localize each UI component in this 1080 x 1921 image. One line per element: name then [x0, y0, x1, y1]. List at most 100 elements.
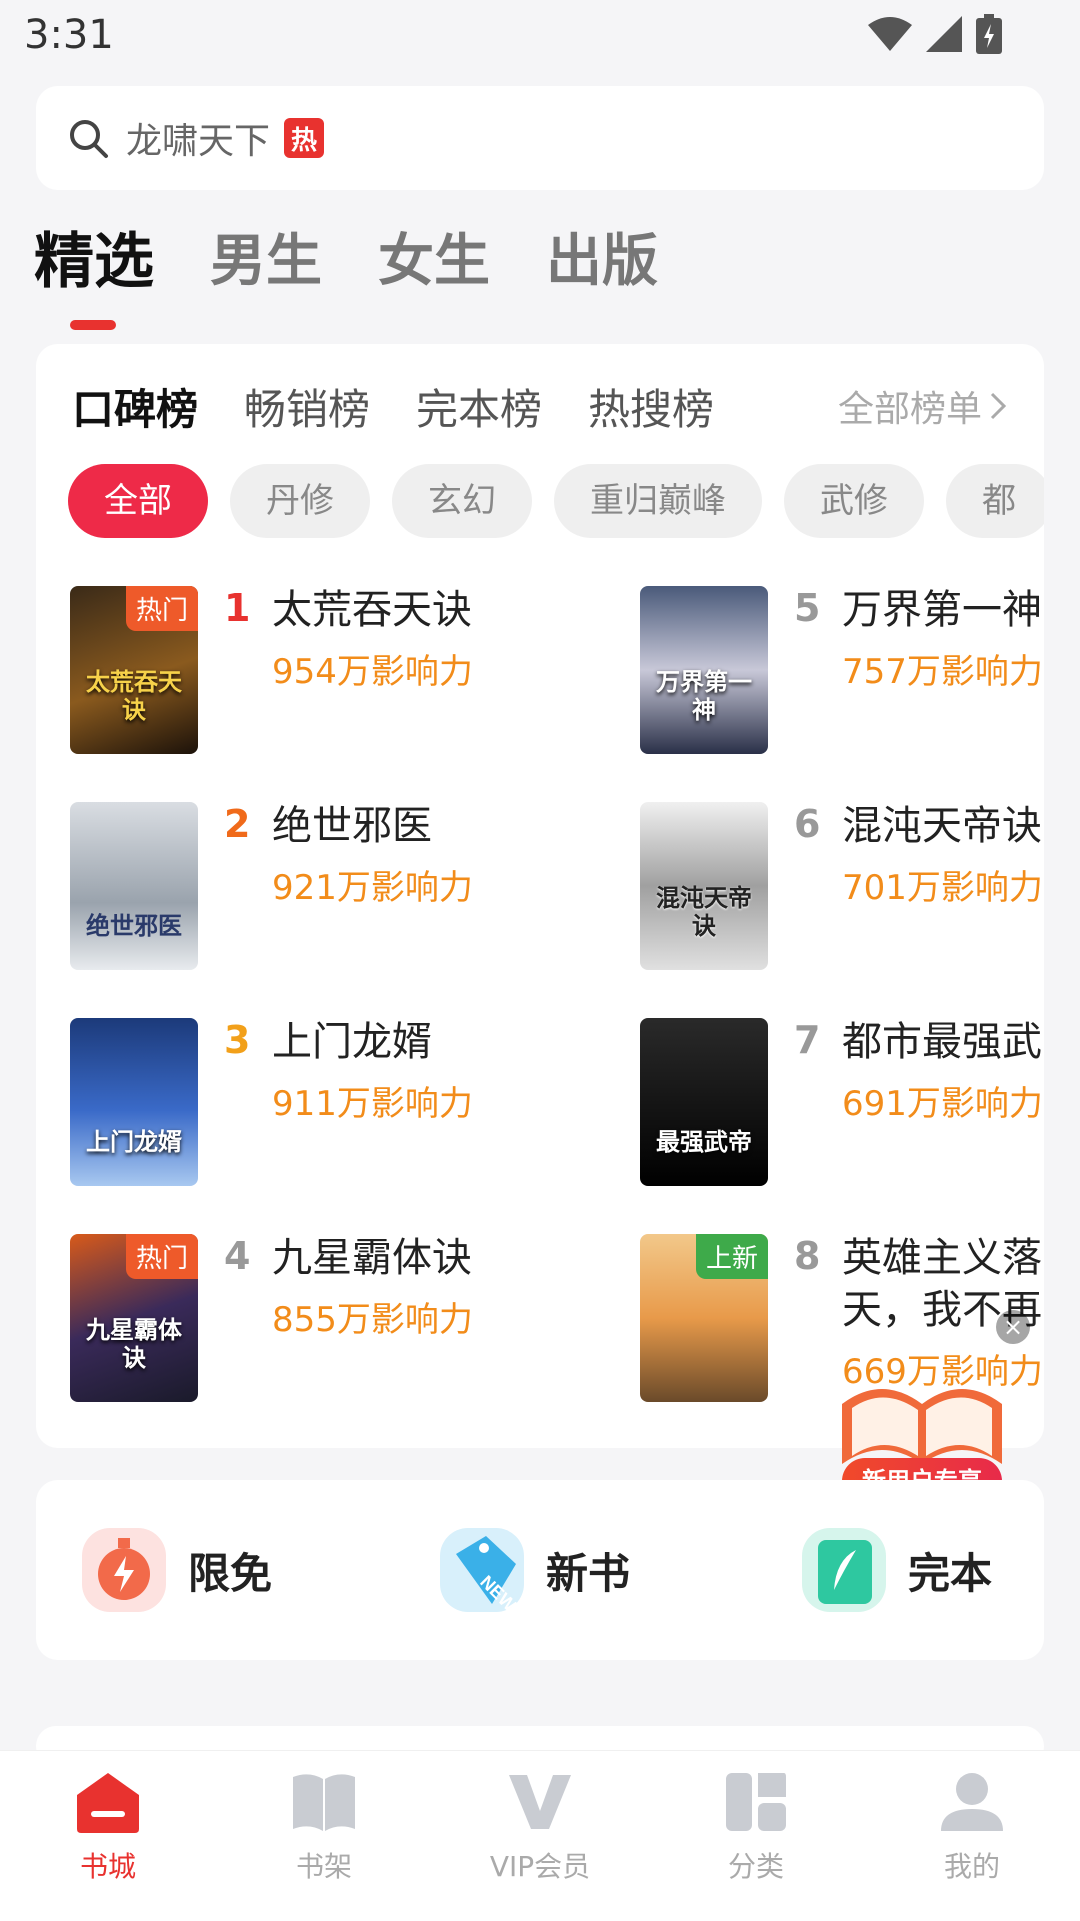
hot-badge: 热: [284, 118, 325, 158]
book-title: 上门龙婿: [272, 1019, 432, 1065]
search-query: 龙啸天下: [126, 121, 271, 162]
book-title: 万界第一神: [842, 587, 1042, 633]
cover-text: 九星霸体诀: [86, 1316, 182, 1372]
close-icon[interactable]: ×: [996, 1310, 1030, 1344]
book-item[interactable]: 九星霸体诀 热门 4 九星霸体诀 855万影响力: [70, 1234, 540, 1404]
new-tag: 上新: [695, 1234, 768, 1279]
feature-completed[interactable]: 完本: [798, 1524, 992, 1616]
feature-label: 新书: [546, 1548, 631, 1598]
book-influence: 921万影响力: [272, 868, 473, 908]
tab-label: 书架: [295, 1850, 352, 1883]
book-cover: 绝世邪医: [70, 802, 198, 970]
book-influence: 954万影响力: [272, 652, 473, 692]
book-item[interactable]: 太荒吞天诀 热门 1 太荒吞天诀 954万影响力: [70, 586, 540, 756]
tab-publishing[interactable]: 出版: [546, 222, 658, 312]
all-ranks-link[interactable]: 全部榜单: [838, 380, 1008, 432]
tab-label: 书城: [79, 1850, 136, 1883]
tab-male[interactable]: 男生: [210, 222, 322, 312]
profile-icon: [941, 1773, 1003, 1831]
tab-label: 分类: [727, 1850, 784, 1883]
tab-vip[interactable]: VIP会员: [432, 1751, 648, 1921]
tab-featured[interactable]: 精选: [34, 222, 154, 330]
status-icons: [868, 14, 1002, 54]
bookstore-icon: [77, 1773, 139, 1833]
rank-number: 3: [224, 1018, 251, 1062]
rank-number: 8: [794, 1234, 821, 1278]
tab-bookstore[interactable]: 书城: [0, 1751, 216, 1921]
tab-bookshelf[interactable]: 书架: [216, 1751, 432, 1921]
cover-text: 太荒吞天诀: [86, 668, 182, 724]
chip-fantasy[interactable]: 玄幻: [392, 464, 532, 538]
feature-new-books[interactable]: NEW 新书: [436, 1524, 630, 1616]
search-icon: [70, 120, 108, 158]
feature-free[interactable]: 限免: [78, 1524, 272, 1616]
rank-tab-completed[interactable]: 完本榜: [416, 376, 542, 437]
chip-all[interactable]: 全部: [68, 464, 208, 538]
book-cover: 上新: [640, 1234, 768, 1402]
status-time: 3:31: [24, 12, 114, 58]
book-cover: 九星霸体诀 热门: [70, 1234, 198, 1402]
book-item[interactable]: 最强武帝 7 都市最强武 691万影响力: [640, 1018, 1044, 1188]
book-cover: 最强武帝: [640, 1018, 768, 1186]
rank-number: 4: [224, 1234, 251, 1278]
feature-label: 完本: [908, 1548, 993, 1598]
rank-number: 2: [224, 802, 251, 846]
cover-text: 万界第一神: [656, 668, 752, 724]
book-item[interactable]: 上门龙婿 3 上门龙婿 911万影响力: [70, 1018, 540, 1188]
book-influence: 701万影响力: [842, 868, 1043, 908]
chip-martial[interactable]: 武修: [784, 464, 924, 538]
cover-text: 上门龙婿: [86, 1128, 182, 1156]
feather-book-icon: [802, 1528, 886, 1612]
book-title: 都市最强武: [842, 1019, 1042, 1065]
rank-tabs: 口碑榜 畅销榜 完本榜 热搜榜: [72, 376, 714, 437]
book-cover: 上门龙婿: [70, 1018, 198, 1186]
book-cover: 混沌天帝诀: [640, 802, 768, 970]
tab-category[interactable]: 分类: [648, 1751, 864, 1921]
book-influence: 855万影响力: [272, 1300, 473, 1340]
chip-alchemy[interactable]: 丹修: [230, 464, 370, 538]
filter-chips: 全部 丹修 玄幻 重归巅峰 武修 都: [68, 464, 1044, 538]
bookshelf-icon: [293, 1774, 355, 1831]
book-item[interactable]: 绝世邪医 2 绝世邪医 921万影响力: [70, 802, 540, 972]
rank-tab-reputation[interactable]: 口碑榜: [72, 376, 198, 437]
rank-tab-bestseller[interactable]: 畅销榜: [244, 376, 370, 437]
feature-shortcuts: 限免 NEW 新书 完本: [36, 1480, 1044, 1660]
book-influence: 911万影响力: [272, 1084, 473, 1124]
book-title: 混沌天帝诀: [842, 803, 1042, 849]
bottom-tab-bar: 书城 书架 VIP会员 分类 我的: [0, 1750, 1080, 1921]
rank-number: 1: [224, 586, 251, 630]
chip-return-to-peak[interactable]: 重归巅峰: [554, 464, 762, 538]
book-title: 绝世邪医: [272, 803, 432, 849]
signal-icon: [926, 16, 962, 52]
cover-text: 绝世邪医: [86, 912, 182, 940]
book-title: 太荒吞天诀: [272, 587, 472, 633]
rank-number: 5: [794, 586, 821, 630]
book-item[interactable]: 万界第一神 5 万界第一神 757万影响力: [640, 586, 1044, 756]
tab-label: VIP会员: [489, 1850, 591, 1883]
rank-number: 6: [794, 802, 821, 846]
chevron-right-icon: [990, 392, 1007, 420]
rank-tab-trending[interactable]: 热搜榜: [588, 376, 714, 437]
feature-label: 限免: [188, 1548, 273, 1598]
tab-female[interactable]: 女生: [378, 222, 490, 312]
book-cover: 万界第一神: [640, 586, 768, 754]
vip-icon: [509, 1775, 571, 1829]
tab-profile[interactable]: 我的: [864, 1751, 1080, 1921]
book-influence: 691万影响力: [842, 1084, 1043, 1124]
battery-icon: [976, 14, 1002, 54]
book-cover: 太荒吞天诀 热门: [70, 586, 198, 754]
book-influence: 757万影响力: [842, 652, 1043, 692]
search-bar[interactable]: 龙啸天下 热: [36, 86, 1044, 190]
wifi-icon: [868, 17, 912, 51]
rank-number: 7: [794, 1018, 821, 1062]
book-item[interactable]: 混沌天帝诀 6 混沌天帝诀 701万影响力: [640, 802, 1044, 972]
hot-tag: 热门: [125, 1234, 198, 1279]
all-ranks-label: 全部榜单: [837, 389, 982, 430]
main-tabs: 精选 男生 女生 出版: [34, 222, 658, 330]
cover-text: 混沌天帝诀: [656, 884, 752, 940]
tab-label: 我的: [943, 1850, 1000, 1883]
book-title: 九星霸体诀: [272, 1235, 472, 1281]
hot-tag: 热门: [125, 586, 198, 631]
chip-urban[interactable]: 都: [946, 464, 1044, 538]
ranking-card: 口碑榜 畅销榜 完本榜 热搜榜 全部榜单 全部 丹修 玄幻 重归巅峰 武修 都 …: [36, 344, 1044, 1448]
